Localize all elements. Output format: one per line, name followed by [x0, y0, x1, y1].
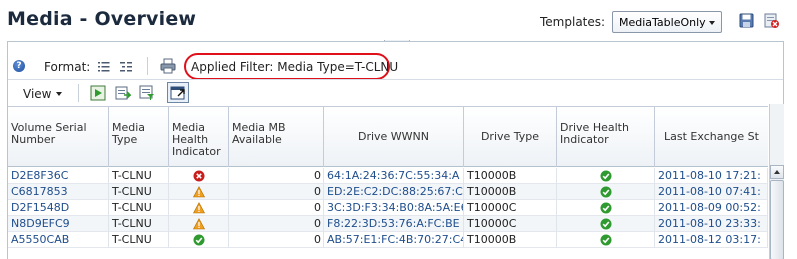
cell-drive-wwnn[interactable]: 64:1A:24:36:7C:55:34:A: [324, 168, 464, 184]
table-vertical-scrollbar[interactable]: [769, 104, 784, 259]
detach-icon: [170, 86, 185, 100]
cell-media-mb: 0: [229, 168, 324, 184]
run-icon[interactable]: [90, 85, 106, 101]
cell-media-type: T-CLNU: [109, 216, 169, 232]
export-icon[interactable]: [115, 85, 131, 101]
templates-select[interactable]: MediaTableOnly: [612, 11, 722, 33]
cell-media-type: T-CLNU: [109, 232, 169, 248]
help-icon[interactable]: ?: [13, 60, 25, 72]
chevron-down-icon: [56, 92, 63, 96]
cell-volume-serial[interactable]: D2E8F36C: [8, 168, 109, 184]
delete-template-icon[interactable]: [764, 13, 779, 28]
applied-filter-text: Applied Filter: Media Type=T-CLNU: [191, 60, 399, 74]
table-row[interactable]: D2F1548D T-CLNU 0 3C:3D:F3:34:B0:8A:5A:E6 T1…: [8, 200, 768, 216]
cell-drive-type: T10000C: [464, 216, 557, 232]
table-body: D2E8F36C T-CLNU 0 64:1A:24:36:7C:55:34:A T10…: [8, 168, 768, 259]
status-warning-icon: [192, 202, 206, 214]
column-header-volume-serial[interactable]: Volume Serial Number: [8, 107, 109, 167]
templates-select-value: MediaTableOnly: [619, 16, 706, 29]
column-header-last-exchange[interactable]: Last Exchange St: [655, 107, 768, 167]
cell-drive-wwnn[interactable]: 3C:3D:F3:34:B0:8A:5A:E6: [324, 200, 464, 216]
status-error-icon: [193, 170, 205, 182]
cell-media-type: T-CLNU: [109, 184, 169, 200]
column-header-media-type[interactable]: Media Type: [109, 107, 169, 167]
cell-drive-type: T10000B: [464, 232, 557, 248]
templates-label: Templates:: [540, 15, 606, 29]
cell-media-mb: 0: [229, 184, 324, 200]
cell-drive-type: T10000B: [464, 184, 557, 200]
column-header-drive-type[interactable]: Drive Type: [464, 107, 557, 167]
detach-button[interactable]: [167, 82, 189, 103]
media-overview-panel: ? Format: Applied Filter: Media Type=T-C…: [7, 41, 784, 259]
table-row[interactable]: D2E8F36C T-CLNU 0 64:1A:24:36:7C:55:34:A T10…: [8, 168, 768, 184]
cell-media-mb: 0: [229, 216, 324, 232]
cell-drive-health: [557, 168, 655, 184]
page-title: Media - Overview: [7, 8, 197, 30]
cell-drive-health: [557, 184, 655, 200]
status-ok-icon: [600, 202, 612, 214]
cell-last-exchange[interactable]: 2011-08-12 03:17:: [655, 232, 768, 248]
cell-volume-serial[interactable]: A5550CAB: [8, 232, 109, 248]
cell-media-health: [169, 216, 229, 232]
cell-last-exchange[interactable]: 2011-08-10 17:21:: [655, 168, 768, 184]
scroll-up-button[interactable]: [770, 165, 784, 179]
cell-media-mb: 0: [229, 200, 324, 216]
save-template-icon[interactable]: [739, 13, 754, 28]
column-header-drive-health[interactable]: Drive Health Indicator: [557, 107, 655, 167]
cell-drive-health: [557, 200, 655, 216]
grouped-format-icon[interactable]: [120, 61, 132, 72]
status-ok-icon: [600, 234, 612, 246]
scrollbar-thumb[interactable]: [770, 180, 784, 259]
page-header: Media - Overview Templates: MediaTableOn…: [0, 0, 797, 40]
format-label: Format:: [44, 60, 91, 74]
cell-drive-wwnn[interactable]: ED:2E:C2:DC:88:25:67:C: [324, 184, 464, 200]
list-format-icon[interactable]: [98, 61, 110, 72]
status-ok-icon: [600, 218, 612, 230]
table-header: Volume Serial Number Media Type Media He…: [8, 106, 768, 167]
cell-media-health: [169, 232, 229, 248]
table-row[interactable]: N8D9EFC9 T-CLNU 0 F8:22:3D:53:76:A:FC:BE T10…: [8, 216, 768, 232]
toolbar-separator: [78, 84, 79, 102]
format-separator: [147, 57, 148, 75]
cell-media-type: T-CLNU: [109, 200, 169, 216]
cell-media-health: [169, 200, 229, 216]
status-ok-icon: [600, 170, 612, 182]
status-ok-icon: [193, 234, 205, 246]
cell-drive-wwnn[interactable]: AB:57:E1:FC:4B:70:27:C4: [324, 232, 464, 248]
cell-media-type: T-CLNU: [109, 168, 169, 184]
print-icon[interactable]: [160, 58, 176, 74]
filter-icon[interactable]: [139, 85, 155, 101]
table-row[interactable]: C6817853 T-CLNU 0 ED:2E:C2:DC:88:25:67:C T10…: [8, 184, 768, 200]
cell-last-exchange[interactable]: 2011-08-10 07:41:: [655, 184, 768, 200]
view-menu-label: View: [23, 87, 52, 101]
column-header-drive-wwnn[interactable]: Drive WWNN: [324, 107, 464, 167]
cell-media-health: [169, 168, 229, 184]
cell-last-exchange[interactable]: 2011-08-09 00:52:: [655, 200, 768, 216]
cell-drive-wwnn[interactable]: F8:22:3D:53:76:A:FC:BE: [324, 216, 464, 232]
cell-media-mb: 0: [229, 232, 324, 248]
cell-drive-type: T10000C: [464, 200, 557, 216]
format-row: ? Format: Applied Filter: Media Type=T-C…: [8, 50, 783, 80]
status-warning-icon: [192, 218, 206, 230]
cell-last-exchange[interactable]: 2011-08-10 23:33:: [655, 216, 768, 232]
cell-drive-health: [557, 216, 655, 232]
arrow-up-icon: [774, 170, 780, 174]
column-header-media-health[interactable]: Media Health Indicator: [169, 107, 229, 167]
view-menu-button[interactable]: View: [23, 87, 63, 101]
cell-media-health: [169, 184, 229, 200]
status-warning-icon: [192, 186, 206, 198]
cell-volume-serial[interactable]: C6817853: [8, 184, 109, 200]
status-ok-icon: [600, 186, 612, 198]
cell-drive-type: T10000B: [464, 168, 557, 184]
media-table: Volume Serial Number Media Type Media He…: [8, 106, 768, 259]
cell-drive-health: [557, 232, 655, 248]
table-row[interactable]: A5550CAB T-CLNU 0 AB:57:E1:FC:4B:70:27:C4 T1…: [8, 232, 768, 248]
table-toolbar: View: [8, 79, 783, 104]
cell-volume-serial[interactable]: N8D9EFC9: [8, 216, 109, 232]
chevron-down-icon: [709, 21, 715, 25]
cell-volume-serial[interactable]: D2F1548D: [8, 200, 109, 216]
column-header-media-mb[interactable]: Media MB Available: [229, 107, 324, 167]
